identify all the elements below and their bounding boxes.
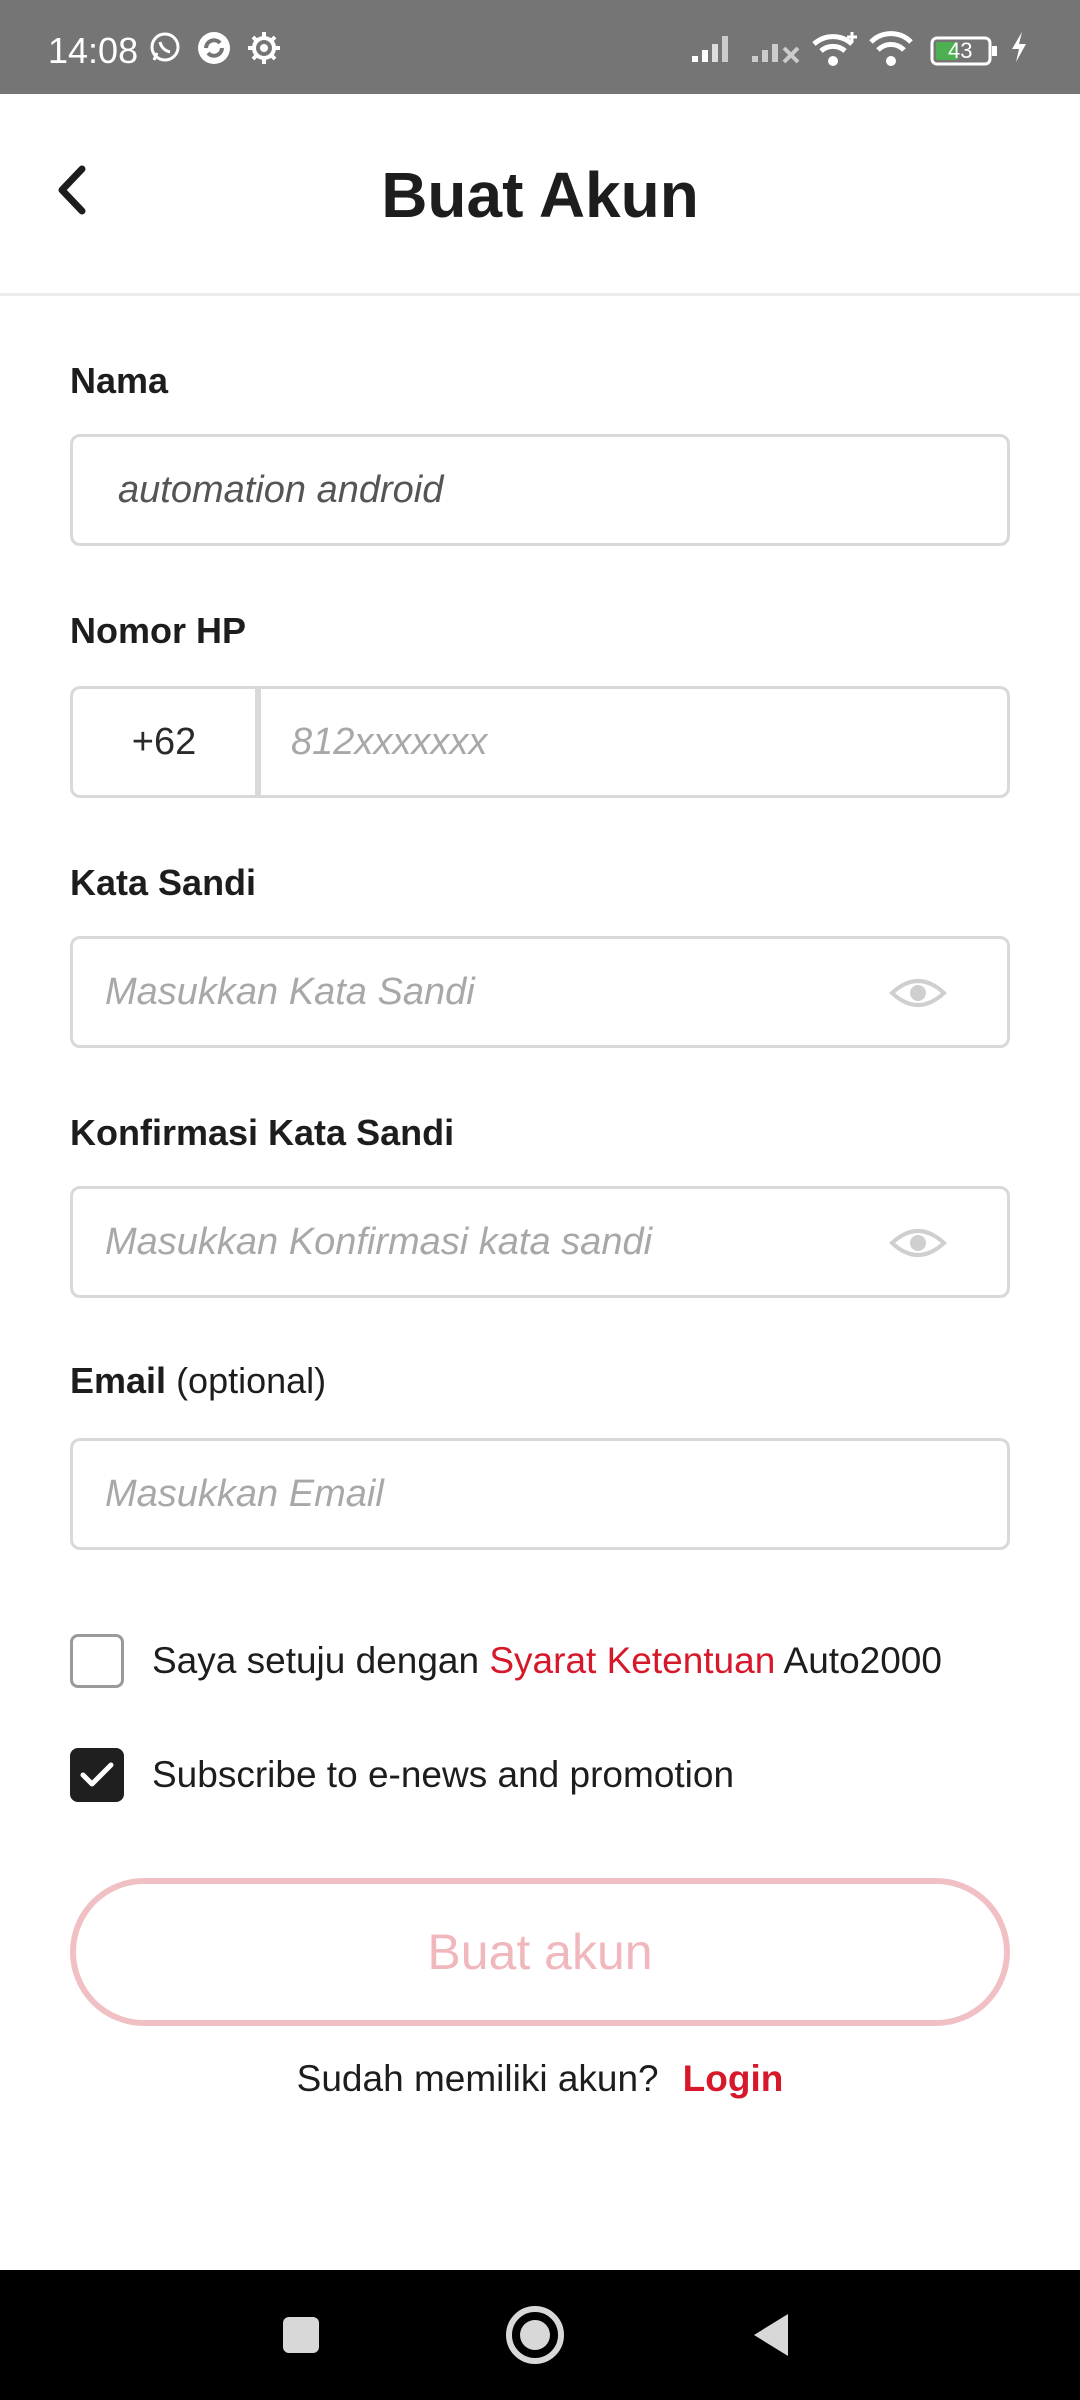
battery-level: 43 (948, 38, 973, 63)
login-prompt: Sudah memiliki akun? Login (0, 2058, 1080, 2100)
phone-input[interactable] (261, 689, 1007, 795)
recents-square-icon (283, 2317, 319, 2353)
confirm-password-label: Konfirmasi Kata Sandi (70, 1112, 455, 1153)
country-code-selector[interactable]: +62 (70, 686, 258, 798)
name-label: Nama (70, 360, 169, 401)
phone-label: Nomor HP (70, 610, 247, 651)
status-time: 14:08 (48, 30, 139, 71)
battery-icon: 43 (930, 36, 1000, 71)
home-button[interactable] (500, 2300, 570, 2370)
status-bar: 14:08 43 (0, 0, 1080, 94)
email-field[interactable] (70, 1438, 1010, 1550)
settings-icon (246, 30, 282, 71)
header: Buat Akun (0, 94, 1080, 296)
check-icon (80, 1762, 114, 1787)
signal-icon (690, 30, 738, 69)
recents-button[interactable] (266, 2300, 336, 2370)
terms-text: Saya setuju dengan Syarat Ketentuan Auto… (152, 1640, 942, 1682)
email-label-text: Email (70, 1360, 167, 1401)
terms-checkbox[interactable] (70, 1634, 124, 1688)
phone-row: +62 (70, 686, 1010, 798)
password-label: Kata Sandi (70, 862, 257, 903)
email-label: Email (optional) (70, 1360, 326, 1402)
back-triangle-icon (754, 2314, 788, 2356)
signal-no-service-icon (750, 30, 802, 69)
confirm-password-field[interactable] (70, 1186, 1010, 1298)
terms-prefix: Saya setuju dengan (152, 1640, 490, 1681)
sync-icon (196, 30, 232, 71)
create-account-button[interactable]: Buat akun (70, 1878, 1010, 2026)
name-field[interactable] (70, 434, 1010, 546)
wifi-icon (868, 30, 914, 73)
subscribe-text: Subscribe to e-news and promotion (152, 1754, 735, 1795)
whatsapp-icon (148, 30, 182, 69)
wifi-plus-icon (810, 30, 860, 73)
page-title: Buat Akun (381, 159, 699, 231)
login-prompt-text: Sudah memiliki akun? (296, 2058, 659, 2099)
eye-icon[interactable] (889, 973, 947, 1018)
name-input[interactable] (73, 437, 1007, 543)
terms-link[interactable]: Syarat Ketentuan (489, 1640, 775, 1681)
terms-suffix: Auto2000 (775, 1640, 942, 1681)
phone-field[interactable] (258, 686, 1010, 798)
home-circle-icon (506, 2306, 564, 2364)
terms-row: Saya setuju dengan Syarat Ketentuan Auto… (70, 1634, 942, 1688)
charging-icon (1008, 30, 1030, 69)
email-input[interactable] (73, 1441, 1007, 1547)
navigation-bar (0, 2270, 1080, 2400)
login-link[interactable]: Login (683, 2058, 784, 2099)
subscribe-checkbox[interactable] (70, 1748, 124, 1802)
back-nav-button[interactable] (736, 2300, 806, 2370)
email-optional-label: (optional) (176, 1360, 327, 1401)
confirm-password-input[interactable] (73, 1189, 1007, 1295)
subscribe-row: Subscribe to e-news and promotion (70, 1748, 734, 1802)
password-field[interactable] (70, 936, 1010, 1048)
password-input[interactable] (73, 939, 1007, 1045)
eye-icon[interactable] (889, 1223, 947, 1268)
